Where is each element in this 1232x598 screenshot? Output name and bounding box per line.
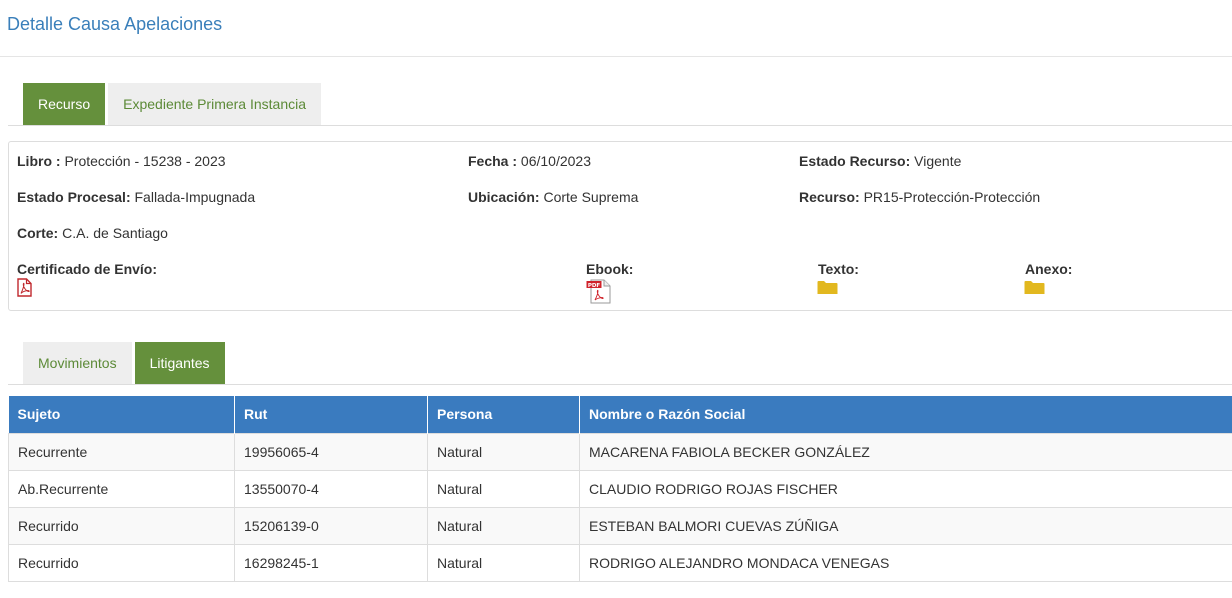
cell-persona: Natural <box>427 543 580 582</box>
field-ubicacion: Ubicación: Corte Suprema <box>468 189 638 205</box>
field-ubicacion-label: Ubicación: <box>468 189 540 205</box>
field-texto-label: Texto: <box>818 261 859 277</box>
table-row: Recurrente 19956065-4 Natural MACARENA F… <box>8 432 1232 471</box>
main-tabs-divider <box>8 125 1232 126</box>
field-estado-recurso-label: Estado Recurso: <box>799 153 911 169</box>
cell-persona: Natural <box>427 469 580 508</box>
field-libro: Libro : Protección - 15238 - 2023 <box>17 153 226 169</box>
cell-sujeto: Recurrido <box>8 506 235 545</box>
field-recurso-label: Recurso: <box>799 189 860 205</box>
field-libro-label: Libro : <box>17 153 61 169</box>
field-estado-procesal-value: Fallada-Impugnada <box>134 189 256 205</box>
page-title: Detalle Causa Apelaciones <box>7 14 223 34</box>
cell-nombre: MACARENA FABIOLA BECKER GONZÁLEZ <box>579 432 1232 471</box>
field-corte-value: C.A. de Santiago <box>62 225 168 241</box>
field-estado-recurso-value: Vigente <box>914 153 962 169</box>
column-header-nombre: Nombre o Razón Social <box>579 396 1232 433</box>
field-anexo: Anexo: <box>1025 261 1072 277</box>
field-ebook: Ebook: <box>586 261 633 277</box>
field-recurso: Recurso: PR15-Protección-Protección <box>799 189 1040 205</box>
svg-text:PDF: PDF <box>588 283 601 289</box>
table-row: Recurrido 15206139-0 Natural ESTEBAN BAL… <box>8 506 1232 545</box>
cell-nombre: RODRIGO ALEJANDRO MONDACA VENEGAS <box>579 543 1232 582</box>
cell-rut: 16298245-1 <box>234 543 428 582</box>
cell-persona: Natural <box>427 506 580 545</box>
field-fecha-value: 06/10/2023 <box>520 153 591 169</box>
column-header-rut: Rut <box>234 396 428 433</box>
tab-expediente-primera-instancia[interactable]: Expediente Primera Instancia <box>108 83 322 125</box>
detail-tabs-divider <box>8 384 1232 385</box>
tab-movimientos[interactable]: Movimientos <box>23 342 132 384</box>
tab-litigantes[interactable]: Litigantes <box>134 342 225 384</box>
table-row: Recurrido 16298245-1 Natural RODRIGO ALE… <box>8 543 1232 582</box>
field-anexo-label: Anexo: <box>1025 261 1073 277</box>
folder-icon[interactable] <box>817 280 838 295</box>
field-certificado-label: Certificado de Envío: <box>17 261 158 277</box>
field-texto: Texto: <box>818 261 859 277</box>
field-fecha: Fecha : 06/10/2023 <box>468 153 591 169</box>
field-fecha-label: Fecha : <box>468 153 518 169</box>
cell-rut: 15206139-0 <box>234 506 428 545</box>
detail-tabs: Movimientos Litigantes <box>23 342 228 384</box>
field-estado-procesal: Estado Procesal: Fallada-Impugnada <box>17 189 255 205</box>
column-header-persona: Persona <box>427 396 580 433</box>
cell-nombre: CLAUDIO RODRIGO ROJAS FISCHER <box>579 469 1232 508</box>
main-tabs: Recurso Expediente Primera Instancia <box>23 83 324 125</box>
column-header-sujeto: Sujeto <box>8 396 235 433</box>
folder-icon[interactable] <box>1024 280 1045 295</box>
field-estado-recurso: Estado Recurso: Vigente <box>799 153 961 169</box>
field-corte-label: Corte: <box>17 225 59 241</box>
cell-sujeto: Recurrido <box>8 543 235 582</box>
cell-sujeto: Recurrente <box>8 432 235 471</box>
field-ubicacion-value: Corte Suprema <box>543 189 639 205</box>
table-header-row: Sujeto Rut Persona Nombre o Razón Social <box>8 396 1232 433</box>
cell-persona: Natural <box>427 432 580 471</box>
field-estado-procesal-label: Estado Procesal: <box>17 189 131 205</box>
cell-nombre: ESTEBAN BALMORI CUEVAS ZÚÑIGA <box>579 506 1232 545</box>
title-divider <box>0 56 1232 57</box>
field-corte: Corte: C.A. de Santiago <box>17 225 168 241</box>
tab-recurso[interactable]: Recurso <box>23 83 106 125</box>
pdf-file-icon[interactable]: PDF <box>586 279 612 304</box>
field-certificado: Certificado de Envío: <box>17 261 157 277</box>
cell-sujeto: Ab.Recurrente <box>8 469 235 508</box>
cell-rut: 13550070-4 <box>234 469 428 508</box>
litigantes-table: Sujeto Rut Persona Nombre o Razón Social… <box>8 396 1232 582</box>
field-libro-value: Protección - 15238 - 2023 <box>64 153 226 169</box>
table-row: Ab.Recurrente 13550070-4 Natural CLAUDIO… <box>8 469 1232 508</box>
field-recurso-value: PR15-Protección-Protección <box>863 189 1041 205</box>
field-ebook-label: Ebook: <box>586 261 634 277</box>
pdf-outline-icon[interactable] <box>17 278 32 297</box>
cell-rut: 19956065-4 <box>234 432 428 471</box>
recurso-detail-panel: Libro : Protección - 15238 - 2023 Fecha … <box>8 141 1232 311</box>
